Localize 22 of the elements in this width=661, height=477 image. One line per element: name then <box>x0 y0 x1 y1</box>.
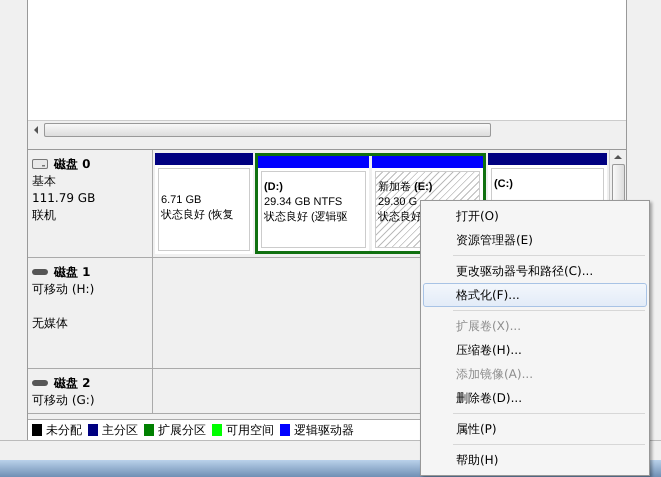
disk-type: 可移动 (H:) <box>32 281 96 297</box>
legend-label: 主分区 <box>102 422 138 438</box>
partition-label: (D:) <box>264 180 283 195</box>
partition-label: (C:) <box>494 177 513 192</box>
legend-label: 扩展分区 <box>158 422 206 438</box>
disk-name: 磁盘 1 <box>54 264 91 280</box>
legend-label: 未分配 <box>46 422 82 438</box>
disk-type: 可移动 (G:) <box>32 392 96 408</box>
partition-status: 状态良好 (恢复 <box>161 208 234 223</box>
partition-size: 6.71 GB <box>161 193 202 208</box>
disk-status: 无媒体 <box>32 315 69 331</box>
partition-status: 状态良好 (逻辑驱 <box>264 210 348 225</box>
partition-size: 29.30 G <box>378 195 418 210</box>
partition-label: 新加卷 (E:) <box>378 180 432 195</box>
legend-label: 逻辑驱动器 <box>294 422 354 438</box>
disk-name: 磁盘 0 <box>54 156 91 172</box>
disk-status: 联机 <box>32 207 57 223</box>
disk-size: 111.79 GB <box>32 190 96 206</box>
disk-name: 磁盘 2 <box>54 375 91 391</box>
legend-label: 可用空间 <box>226 422 274 438</box>
disk-type: 基本 <box>32 173 57 189</box>
partition-size: 29.34 GB NTFS <box>264 195 342 210</box>
